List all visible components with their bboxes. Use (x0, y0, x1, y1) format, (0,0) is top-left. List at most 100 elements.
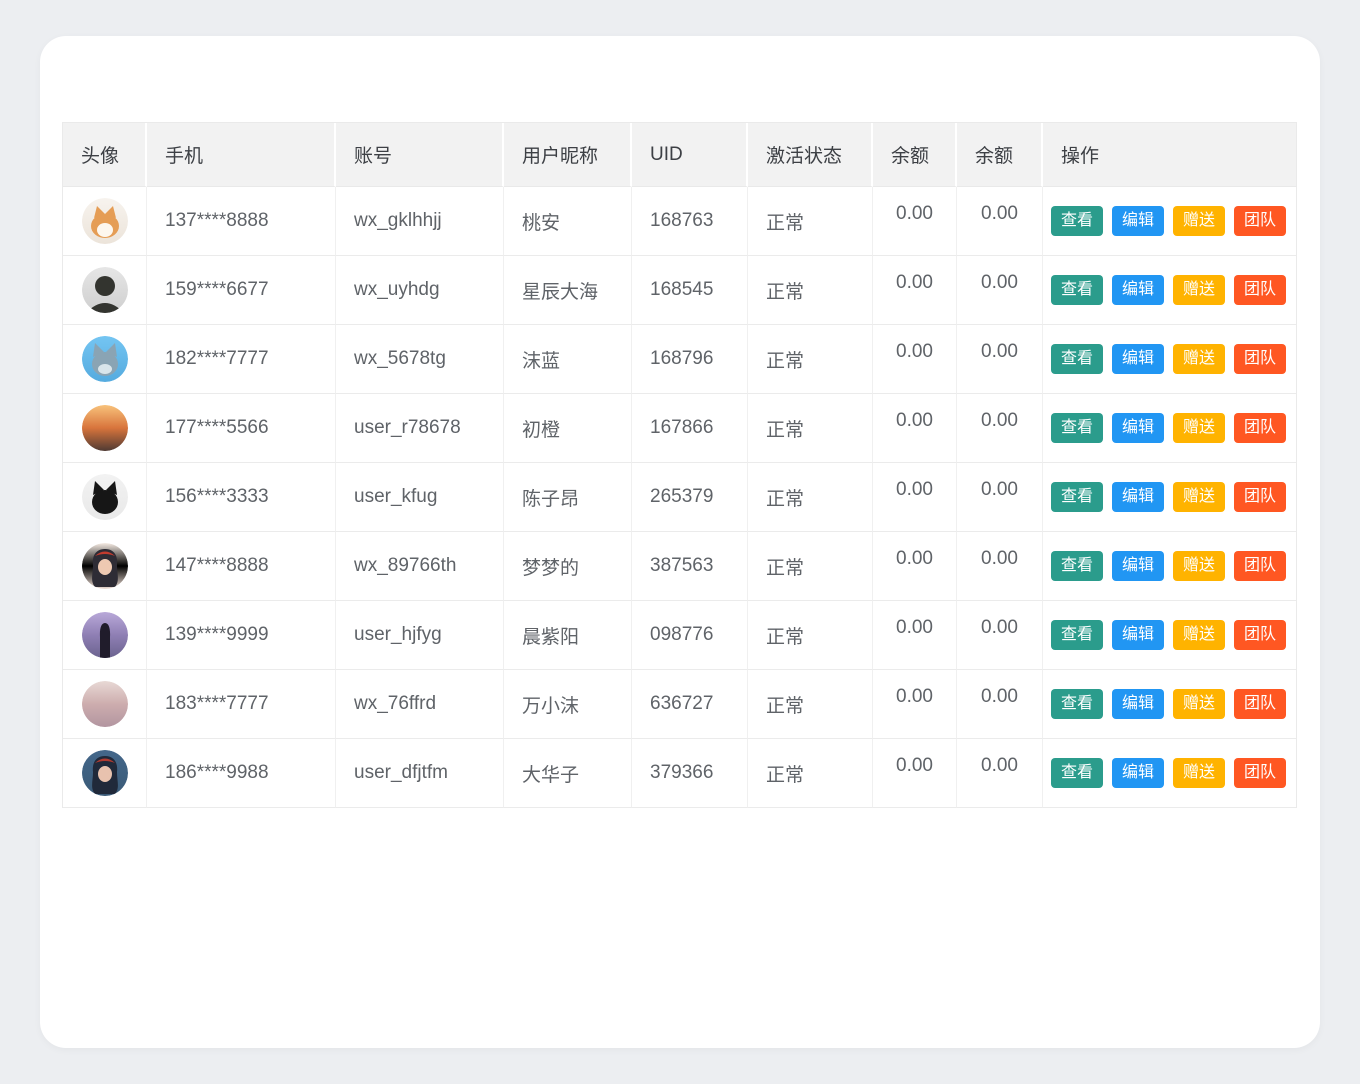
column-header-avatar: 头像 (63, 123, 147, 187)
gift-button[interactable]: 赠送 (1173, 344, 1225, 374)
nickname-cell: 晨紫阳 (504, 601, 632, 670)
balance1-cell: 0.00 (873, 256, 957, 325)
gift-button[interactable]: 赠送 (1173, 275, 1225, 305)
team-button[interactable]: 团队 (1234, 482, 1286, 512)
column-header-balance2: 余额 (957, 123, 1043, 187)
gift-button[interactable]: 赠送 (1173, 206, 1225, 236)
team-button[interactable]: 团队 (1234, 275, 1286, 305)
column-header-balance1: 余额 (873, 123, 957, 187)
view-button[interactable]: 查看 (1051, 758, 1103, 788)
avatar-cell (63, 463, 147, 532)
edit-button[interactable]: 编辑 (1112, 275, 1164, 305)
avatar-cell (63, 394, 147, 463)
status-cell: 正常 (748, 256, 873, 325)
gift-button[interactable]: 赠送 (1173, 620, 1225, 650)
column-header-phone: 手机 (147, 123, 336, 187)
edit-button[interactable]: 编辑 (1112, 689, 1164, 719)
team-button[interactable]: 团队 (1234, 551, 1286, 581)
balance2-cell: 0.00 (957, 739, 1043, 808)
view-button[interactable]: 查看 (1051, 482, 1103, 512)
gift-button[interactable]: 赠送 (1173, 413, 1225, 443)
gift-button[interactable]: 赠送 (1173, 689, 1225, 719)
avatar-cell (63, 187, 147, 256)
girl-blue-illustration-avatar (82, 750, 128, 796)
status-cell: 正常 (748, 739, 873, 808)
team-button[interactable]: 团队 (1234, 689, 1286, 719)
edit-button[interactable]: 编辑 (1112, 482, 1164, 512)
shiba-dog-cartoon-avatar (82, 198, 128, 244)
table-body: 137****8888wx_gklhhjj桃安168763正常0.000.00查… (63, 187, 1297, 808)
account-cell: wx_gklhhjj (336, 187, 504, 256)
table-row: 139****9999user_hjfyg晨紫阳098776正常0.000.00… (63, 601, 1297, 670)
gift-button[interactable]: 赠送 (1173, 482, 1225, 512)
edit-button[interactable]: 编辑 (1112, 758, 1164, 788)
account-cell: user_kfug (336, 463, 504, 532)
nickname-cell: 初橙 (504, 394, 632, 463)
phone-cell: 182****7777 (147, 325, 336, 394)
view-button[interactable]: 查看 (1051, 689, 1103, 719)
column-header-actions: 操作 (1043, 123, 1297, 187)
phone-cell: 147****8888 (147, 532, 336, 601)
view-button[interactable]: 查看 (1051, 206, 1103, 236)
column-header-nickname: 用户昵称 (504, 123, 632, 187)
nickname-cell: 大华子 (504, 739, 632, 808)
avatar-cell (63, 325, 147, 394)
sunset-photo-avatar (82, 405, 128, 451)
table-row: 182****7777wx_5678tg沫蓝168796正常0.000.00查看… (63, 325, 1297, 394)
view-button[interactable]: 查看 (1051, 413, 1103, 443)
phone-cell: 137****8888 (147, 187, 336, 256)
edit-button[interactable]: 编辑 (1112, 206, 1164, 236)
actions-cell: 查看编辑赠送团队 (1043, 394, 1297, 463)
balance2-cell: 0.00 (957, 187, 1043, 256)
balance1-value: 0.00 (896, 686, 933, 708)
edit-button[interactable]: 编辑 (1112, 413, 1164, 443)
actions-cell: 查看编辑赠送团队 (1043, 601, 1297, 670)
edit-button[interactable]: 编辑 (1112, 344, 1164, 374)
team-button[interactable]: 团队 (1234, 413, 1286, 443)
balance1-value: 0.00 (896, 755, 933, 777)
actions-cell: 查看编辑赠送团队 (1043, 739, 1297, 808)
team-button[interactable]: 团队 (1234, 344, 1286, 374)
team-button[interactable]: 团队 (1234, 206, 1286, 236)
status-cell: 正常 (748, 187, 873, 256)
phone-cell: 159****6677 (147, 256, 336, 325)
team-button[interactable]: 团队 (1234, 620, 1286, 650)
avatar-cell (63, 601, 147, 670)
nickname-cell: 梦梦的 (504, 532, 632, 601)
table-row: 186****9988user_dfjtfm大华子379366正常0.000.0… (63, 739, 1297, 808)
balance2-value: 0.00 (981, 755, 1018, 777)
uid-cell: 167866 (632, 394, 748, 463)
table-row: 159****6677wx_uyhdg星辰大海168545正常0.000.00查… (63, 256, 1297, 325)
balance1-cell: 0.00 (873, 394, 957, 463)
gift-button[interactable]: 赠送 (1173, 758, 1225, 788)
edit-button[interactable]: 编辑 (1112, 620, 1164, 650)
view-button[interactable]: 查看 (1051, 620, 1103, 650)
edit-button[interactable]: 编辑 (1112, 551, 1164, 581)
content-card: 头像手机账号用户昵称UID激活状态余额余额操作 137****8888wx_gk… (40, 36, 1320, 1048)
avatar-cell (63, 670, 147, 739)
uid-cell: 168763 (632, 187, 748, 256)
gift-button[interactable]: 赠送 (1173, 551, 1225, 581)
view-button[interactable]: 查看 (1051, 275, 1103, 305)
balance2-value: 0.00 (981, 686, 1018, 708)
balance1-cell: 0.00 (873, 532, 957, 601)
column-header-status: 激活状态 (748, 123, 873, 187)
balance2-value: 0.00 (981, 548, 1018, 570)
balance2-value: 0.00 (981, 410, 1018, 432)
nickname-cell: 桃安 (504, 187, 632, 256)
balance2-cell: 0.00 (957, 325, 1043, 394)
balance1-value: 0.00 (896, 617, 933, 639)
phone-cell: 183****7777 (147, 670, 336, 739)
team-button[interactable]: 团队 (1234, 758, 1286, 788)
boy-photo-avatar (82, 267, 128, 313)
uid-cell: 168545 (632, 256, 748, 325)
balance2-cell: 0.00 (957, 601, 1043, 670)
status-cell: 正常 (748, 463, 873, 532)
balance2-cell: 0.00 (957, 532, 1043, 601)
uid-cell: 168796 (632, 325, 748, 394)
uid-cell: 098776 (632, 601, 748, 670)
view-button[interactable]: 查看 (1051, 344, 1103, 374)
tom-cat-cartoon-avatar (82, 336, 128, 382)
view-button[interactable]: 查看 (1051, 551, 1103, 581)
hands-window-photo-avatar (82, 681, 128, 727)
